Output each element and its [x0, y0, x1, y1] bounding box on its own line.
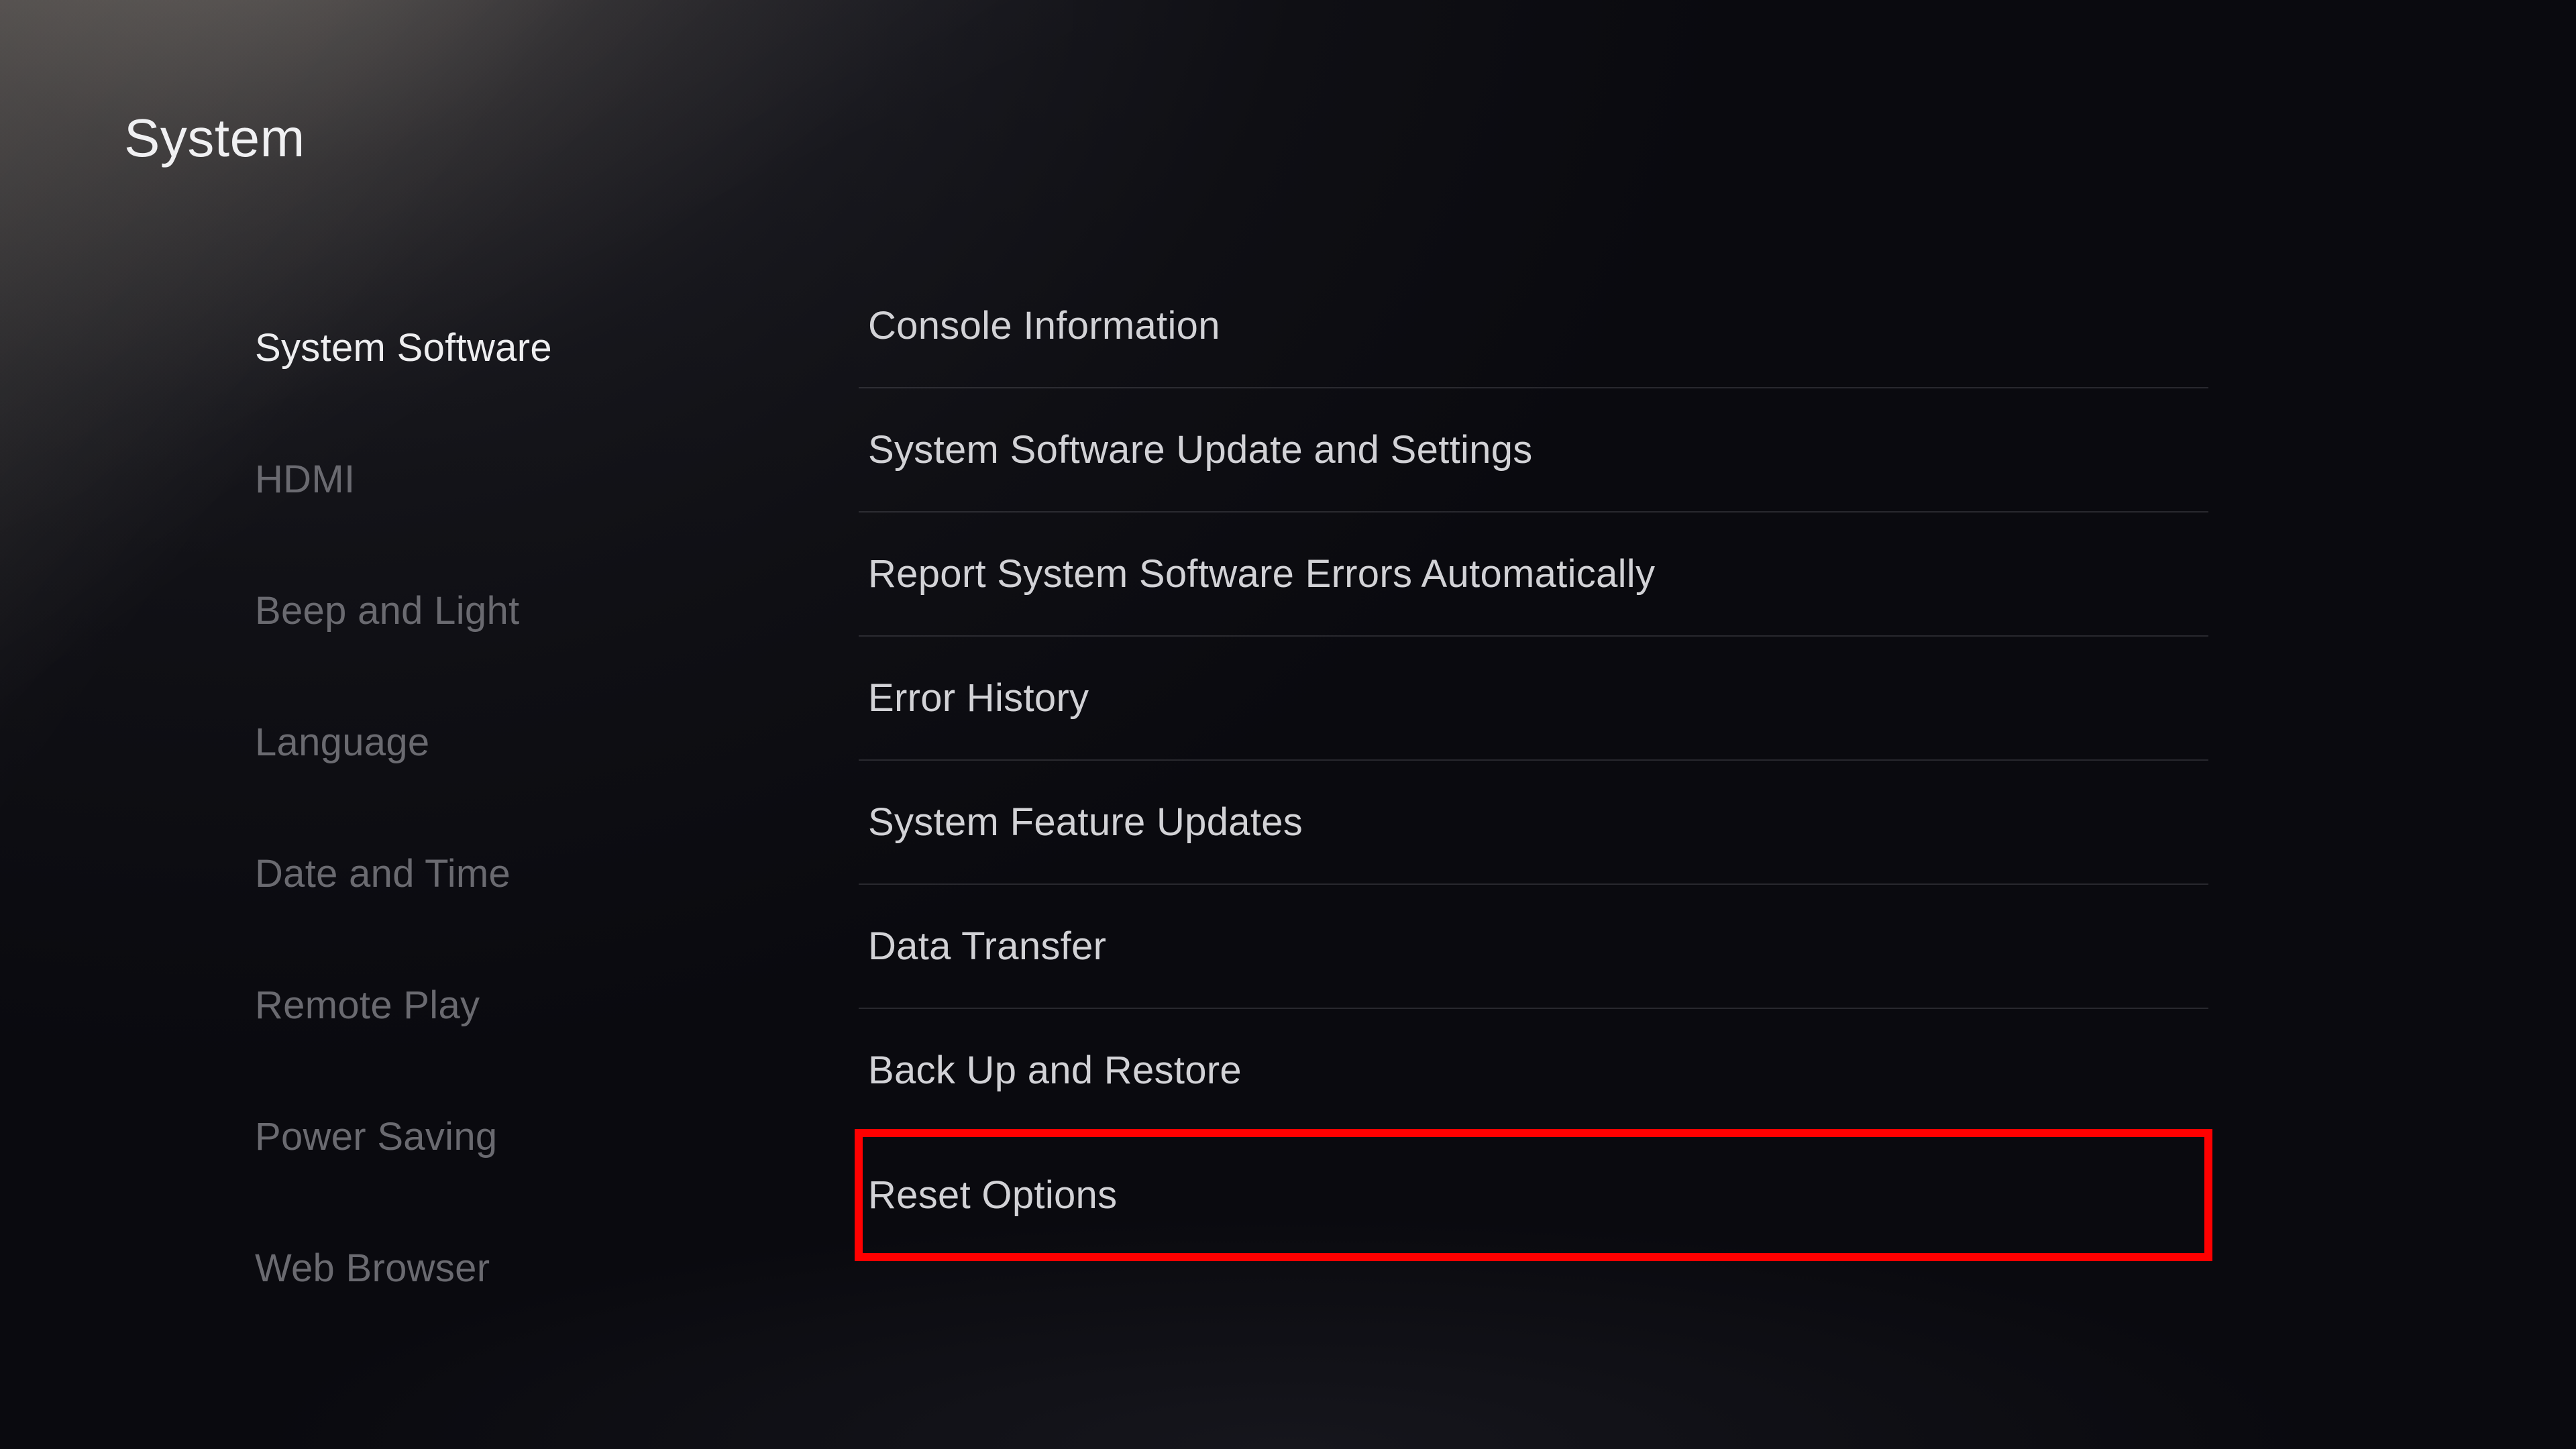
sidebar-item-hdmi[interactable]: HDMI — [255, 413, 724, 545]
content-item-reset-options[interactable]: Reset Options — [859, 1133, 2208, 1257]
content-item-data-transfer[interactable]: Data Transfer — [859, 885, 2208, 1009]
sidebar-item-label: Date and Time — [255, 851, 511, 896]
sidebar-item-power-saving[interactable]: Power Saving — [255, 1071, 724, 1202]
content-panel: Console Information System Software Upda… — [859, 264, 2208, 1257]
content-item-console-information[interactable]: Console Information — [859, 264, 2208, 388]
sidebar-item-remote-play[interactable]: Remote Play — [255, 939, 724, 1071]
content-item-label: Data Transfer — [868, 924, 1106, 969]
content-item-report-errors-automatically[interactable]: Report System Software Errors Automatica… — [859, 513, 2208, 637]
content-item-label: Error History — [868, 676, 1089, 720]
content-item-system-software-update-settings[interactable]: System Software Update and Settings — [859, 388, 2208, 513]
sidebar-item-beep-and-light[interactable]: Beep and Light — [255, 545, 724, 676]
content-item-label: System Software Update and Settings — [868, 427, 1533, 472]
sidebar-item-label: Language — [255, 720, 429, 765]
sidebar-menu: System Software HDMI Beep and Light Lang… — [255, 282, 724, 1334]
sidebar-item-label: Beep and Light — [255, 588, 519, 633]
content-item-label: System Feature Updates — [868, 800, 1303, 845]
sidebar-item-web-browser[interactable]: Web Browser — [255, 1202, 724, 1334]
content-item-label: Report System Software Errors Automatica… — [868, 551, 1655, 596]
sidebar-item-label: Power Saving — [255, 1114, 497, 1159]
content-item-back-up-and-restore[interactable]: Back Up and Restore — [859, 1009, 2208, 1133]
content-item-label: Back Up and Restore — [868, 1048, 1242, 1093]
content-item-label: Console Information — [868, 303, 1220, 348]
content-item-label: Reset Options — [868, 1173, 1117, 1218]
sidebar-item-date-and-time[interactable]: Date and Time — [255, 808, 724, 939]
sidebar-item-label: HDMI — [255, 457, 355, 502]
page-title: System — [124, 107, 305, 169]
sidebar-item-system-software[interactable]: System Software — [255, 282, 724, 413]
sidebar-item-label: System Software — [255, 325, 552, 370]
sidebar-item-label: Remote Play — [255, 983, 480, 1028]
content-item-system-feature-updates[interactable]: System Feature Updates — [859, 761, 2208, 885]
sidebar-item-language[interactable]: Language — [255, 676, 724, 808]
sidebar-item-label: Web Browser — [255, 1246, 490, 1291]
content-item-error-history[interactable]: Error History — [859, 637, 2208, 761]
